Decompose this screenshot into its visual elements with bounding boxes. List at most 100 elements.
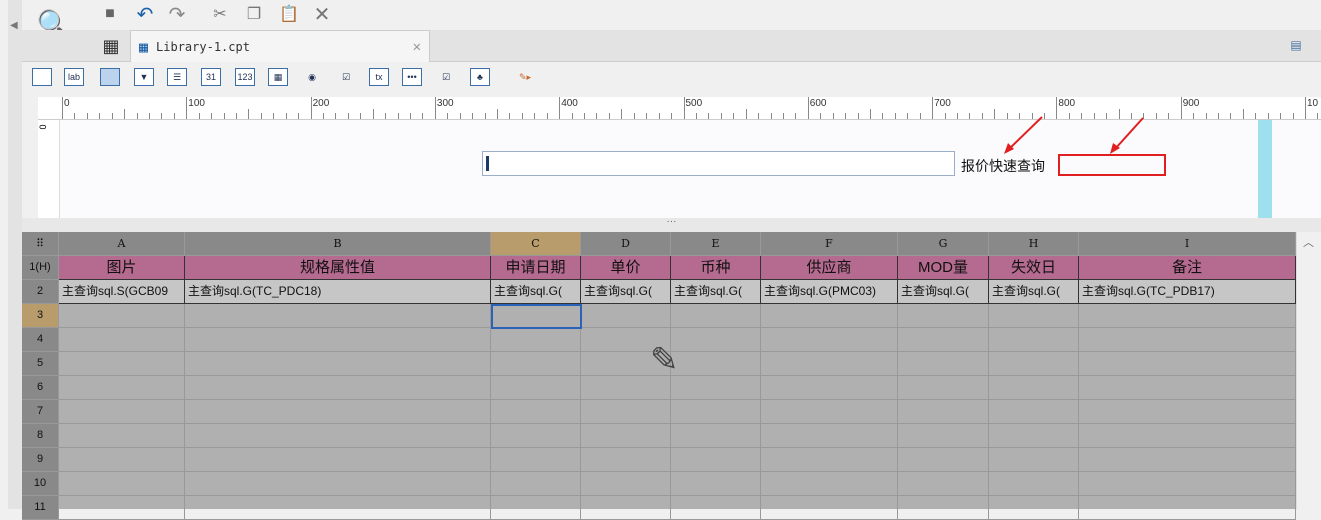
password-widget-icon[interactable]: ••• [402,68,422,86]
empty-cell[interactable] [989,424,1079,448]
row-header[interactable]: 9 [22,448,59,472]
tab-menu-icon[interactable]: ▤ [1286,36,1306,54]
empty-cell[interactable] [1079,328,1296,352]
text-widget-icon[interactable] [32,68,52,86]
header-cell[interactable]: 币种 [671,256,761,280]
empty-cell[interactable] [185,472,491,496]
close-tab-icon[interactable]: ✕ [413,39,421,55]
empty-cell[interactable] [671,424,761,448]
header-cell[interactable]: 图片 [59,256,185,280]
textarea-widget-icon[interactable]: tx [369,68,389,86]
empty-cell[interactable] [491,352,581,376]
query-text-input[interactable] [482,151,955,176]
data-cell[interactable]: 主查询sql.G( [491,280,581,304]
undo-icon[interactable]: ↶ [133,2,157,26]
empty-cell[interactable] [989,400,1079,424]
empty-cell[interactable] [185,496,491,520]
header-cell[interactable]: 申请日期 [491,256,581,280]
data-cell[interactable]: 主查询sql.G(TC_PDB17) [1079,280,1296,304]
empty-cell[interactable] [761,352,898,376]
empty-cell[interactable] [898,352,989,376]
column-header-a[interactable]: A [59,232,185,256]
empty-cell[interactable] [761,424,898,448]
empty-cell[interactable] [59,352,185,376]
empty-cell[interactable] [491,448,581,472]
data-cell[interactable]: 主查询sql.G( [989,280,1079,304]
empty-cell[interactable] [898,448,989,472]
new-report-icon[interactable]: ▦ [98,34,124,58]
empty-cell[interactable] [671,448,761,472]
data-cell[interactable]: 主查询sql.G(TC_PDC18) [185,280,491,304]
row-header[interactable]: 11 [22,496,59,520]
empty-cell[interactable] [185,448,491,472]
empty-cell[interactable] [761,376,898,400]
empty-cell[interactable] [581,400,671,424]
empty-cell[interactable] [581,496,671,520]
table-widget-icon[interactable]: ▦ [268,68,288,86]
empty-cell[interactable] [491,472,581,496]
empty-cell[interactable] [1079,496,1296,520]
empty-cell[interactable] [581,448,671,472]
empty-cell[interactable] [185,424,491,448]
empty-cell[interactable] [898,376,989,400]
header-cell[interactable]: 失效日 [989,256,1079,280]
header-cell[interactable]: 供应商 [761,256,898,280]
empty-cell[interactable] [1079,448,1296,472]
empty-cell[interactable] [1079,304,1296,328]
empty-cell[interactable] [898,424,989,448]
empty-cell[interactable] [671,400,761,424]
header-cell[interactable]: 规格属性值 [185,256,491,280]
tab-library-1[interactable]: ▦ Library-1.cpt ✕ [130,30,430,63]
empty-cell[interactable] [1079,424,1296,448]
column-header-d[interactable]: D [581,232,671,256]
row-header[interactable]: 3 [22,304,59,328]
empty-cell[interactable] [1079,400,1296,424]
empty-cell[interactable] [581,304,671,328]
empty-cell[interactable] [761,328,898,352]
checkbox-group-widget-icon[interactable]: ☑ [436,68,456,86]
empty-cell[interactable] [59,424,185,448]
label-widget-icon[interactable]: lab [64,68,84,86]
row-header[interactable]: 6 [22,376,59,400]
row-header[interactable]: 4 [22,328,59,352]
header-cell[interactable]: MOD量 [898,256,989,280]
empty-cell[interactable] [185,376,491,400]
empty-cell[interactable] [761,400,898,424]
empty-cell[interactable] [761,472,898,496]
tree-widget-icon[interactable]: ♣ [470,68,490,86]
date-widget-icon[interactable]: 31 [201,68,221,86]
select-all-corner[interactable]: ⠿ [22,232,59,256]
empty-cell[interactable] [989,328,1079,352]
empty-cell[interactable] [581,472,671,496]
empty-cell[interactable] [898,496,989,520]
empty-cell[interactable] [59,472,185,496]
save-icon[interactable]: ■ [98,2,122,26]
data-cell[interactable]: 主查询sql.G(PMC03) [761,280,898,304]
column-header-h[interactable]: H [989,232,1079,256]
data-cell[interactable]: 主查询sql.G( [898,280,989,304]
empty-cell[interactable] [185,304,491,328]
header-cell[interactable]: 单价 [581,256,671,280]
empty-cell[interactable] [185,352,491,376]
empty-cell[interactable] [59,448,185,472]
paste-icon[interactable]: 📋 [277,2,301,26]
empty-cell[interactable] [59,376,185,400]
row-header[interactable]: 5 [22,352,59,376]
empty-cell[interactable] [898,472,989,496]
splitter[interactable]: ··· [22,217,1321,232]
empty-cell[interactable] [671,472,761,496]
column-header-f[interactable]: F [761,232,898,256]
empty-cell[interactable] [989,448,1079,472]
empty-cell[interactable] [671,352,761,376]
vertical-scrollbar[interactable]: ︿ [1296,232,1321,509]
button-widget-icon[interactable] [100,68,120,86]
empty-cell[interactable] [898,304,989,328]
empty-cell[interactable] [761,448,898,472]
empty-cell[interactable] [761,304,898,328]
empty-cell[interactable] [671,376,761,400]
checkbox-widget-icon[interactable]: ☑ [336,68,356,86]
row-header[interactable]: 1(H) [22,256,59,280]
radio-widget-icon[interactable]: ◉ [302,68,322,86]
collapse-handle[interactable] [8,0,22,509]
empty-cell[interactable] [59,328,185,352]
